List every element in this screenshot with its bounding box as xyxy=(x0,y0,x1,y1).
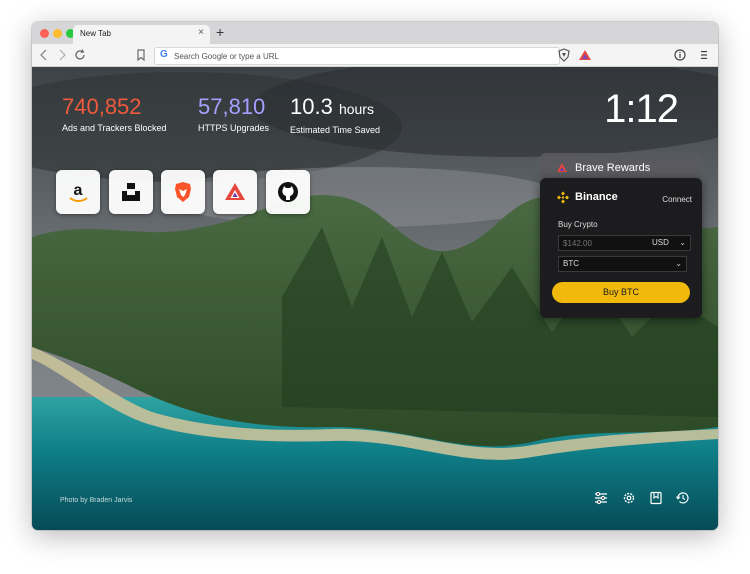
bat-tile[interactable] xyxy=(213,170,257,214)
brave-rewards-icon[interactable] xyxy=(577,47,593,63)
settings-gear-icon[interactable] xyxy=(621,490,637,506)
minimize-window-button[interactable] xyxy=(53,29,62,38)
binance-icon xyxy=(557,191,569,204)
buy-amount-input[interactable] xyxy=(558,235,650,251)
reload-icon[interactable] xyxy=(72,47,88,63)
brave-tile[interactable] xyxy=(161,170,205,214)
crypto-coin-value: BTC xyxy=(563,259,579,268)
github-icon xyxy=(278,182,298,202)
time-saved-unit: hours xyxy=(338,101,374,117)
binance-title: Binance xyxy=(575,191,618,203)
ads-blocked-label: Ads and Trackers Blocked xyxy=(62,123,167,133)
bat-logo-icon xyxy=(557,163,567,172)
ads-blocked-count: 740,852 xyxy=(62,94,142,119)
menu-icon[interactable] xyxy=(696,47,712,63)
time-saved-label: Estimated Time Saved xyxy=(290,125,381,135)
chevron-down-icon: ⌄ xyxy=(675,259,682,268)
bookmarks-icon[interactable] xyxy=(648,490,664,506)
rewards-title: Brave Rewards xyxy=(575,162,651,174)
brave-rewards-widget[interactable]: Brave Rewards xyxy=(540,153,702,181)
clock: 1:12 xyxy=(604,87,679,131)
binance-widget: Binance Connect Buy Crypto USD ⌄ BTC ⌄ B… xyxy=(540,178,702,318)
brave-icon xyxy=(175,182,191,202)
bookmark-icon[interactable] xyxy=(133,47,149,63)
amazon-tile[interactable]: a xyxy=(56,170,100,214)
tab-strip: New Tab × + xyxy=(32,22,718,44)
amazon-icon: a xyxy=(69,182,88,202)
back-icon[interactable] xyxy=(36,47,52,63)
tab-title: New Tab xyxy=(80,29,111,38)
customize-icon[interactable] xyxy=(593,490,609,506)
forward-icon[interactable] xyxy=(54,47,70,63)
bat-icon xyxy=(225,183,245,200)
chevron-down-icon: ⌄ xyxy=(679,238,686,247)
https-upgrades-count: 57,810 xyxy=(198,94,266,119)
tab-new-tab[interactable]: New Tab × xyxy=(73,25,210,44)
time-saved-row: 10.3 hours xyxy=(290,95,380,121)
crypto-coin-select[interactable]: BTC ⌄ xyxy=(558,256,687,272)
toolbar: G xyxy=(32,44,718,67)
info-icon[interactable] xyxy=(672,47,688,63)
history-icon[interactable] xyxy=(675,490,691,506)
new-tab-page: 740,852 Ads and Trackers Blocked 57,810 … xyxy=(32,67,718,530)
address-bar[interactable]: G xyxy=(154,47,560,65)
svg-text:a: a xyxy=(74,182,83,199)
tab-close-icon[interactable]: × xyxy=(198,27,204,38)
time-saved-value: 10.3 xyxy=(290,94,333,119)
github-tile[interactable] xyxy=(266,170,310,214)
google-icon: G xyxy=(160,49,168,60)
close-window-button[interactable] xyxy=(40,29,49,38)
buy-btc-button[interactable]: Buy BTC xyxy=(552,282,690,303)
url-input[interactable] xyxy=(174,48,544,64)
fiat-currency-value: USD xyxy=(652,238,669,247)
binance-connect-link[interactable]: Connect xyxy=(662,195,692,204)
buy-crypto-label: Buy Crypto xyxy=(558,220,598,229)
brave-shields-icon[interactable] xyxy=(556,47,572,63)
https-upgrades-stat: 57,810 HTTPS Upgrades xyxy=(198,94,270,134)
browser-window: New Tab × + G Search Google or type a UR… xyxy=(32,22,718,530)
https-upgrades-label: HTTPS Upgrades xyxy=(198,123,270,133)
ads-blocked-stat: 740,852 Ads and Trackers Blocked xyxy=(62,94,167,134)
new-tab-button[interactable]: + xyxy=(216,24,224,40)
unsplash-icon xyxy=(122,183,140,201)
fiat-currency-select[interactable]: USD ⌄ xyxy=(648,235,691,251)
photo-credit: Photo by Braden Jarvis xyxy=(60,497,133,504)
time-saved-stat: 10.3 hours Estimated Time Saved xyxy=(290,95,381,136)
unsplash-tile[interactable] xyxy=(109,170,153,214)
